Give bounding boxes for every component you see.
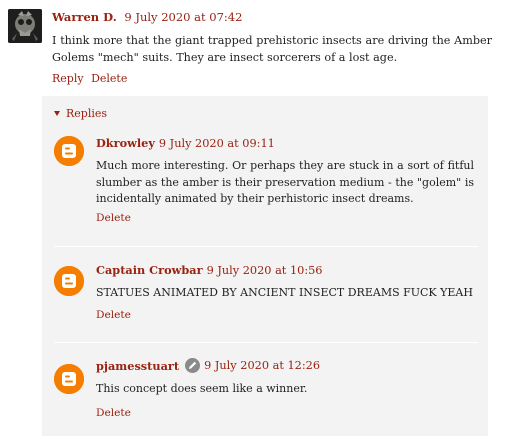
blogger-avatar-icon[interactable] (54, 266, 84, 296)
reply-author[interactable]: Dkrowley (96, 136, 155, 150)
reply-header: pjamesstuart 9 July 2020 at 12:26 (96, 358, 320, 373)
replies-toggle-label: Replies (66, 107, 108, 120)
reply-header: Dkrowley 9 July 2020 at 09:11 (96, 136, 275, 150)
reply-text: Much more interesting. Or perhaps they a… (96, 159, 474, 205)
delete-button[interactable]: Delete (96, 212, 131, 224)
reply-header: Captain Crowbar 9 July 2020 at 10:56 (96, 263, 323, 277)
delete-button[interactable]: Delete (96, 309, 131, 321)
reply-timestamp[interactable]: 9 July 2020 at 10:56 (207, 264, 323, 277)
blogger-avatar-icon[interactable] (54, 364, 84, 394)
comment-header: Warren D. 9 July 2020 at 07:42 (52, 10, 242, 24)
reply-button[interactable]: Reply (52, 72, 84, 85)
replies-thread: Replies Dkrowley 9 July 2020 at 09:11 Mu… (42, 96, 488, 436)
divider (54, 246, 478, 247)
pencil-icon (185, 358, 201, 373)
delete-button[interactable]: Delete (96, 407, 131, 419)
reply-timestamp[interactable]: 9 July 2020 at 09:11 (159, 137, 275, 150)
reply-author[interactable]: Captain Crowbar (96, 263, 203, 277)
reply-text: This concept does seem like a winner. (96, 382, 308, 395)
reply-text: STATUES ANIMATED BY ANCIENT INSECT DREAM… (96, 286, 473, 299)
divider (54, 342, 478, 343)
blogger-avatar-icon[interactable] (54, 136, 84, 166)
replies-toggle[interactable]: Replies (54, 107, 107, 120)
comment-author[interactable]: Warren D. (52, 10, 117, 24)
commenter-avatar[interactable] (8, 9, 42, 43)
comment-text: I think more that the giant trapped preh… (52, 34, 492, 64)
comment-timestamp[interactable]: 9 July 2020 at 07:42 (124, 10, 242, 24)
reply-author[interactable]: pjamesstuart (96, 359, 179, 373)
delete-button[interactable]: Delete (91, 72, 127, 85)
comment-actions: Reply Delete (52, 72, 127, 85)
caret-down-icon (54, 111, 60, 116)
reply-timestamp[interactable]: 9 July 2020 at 12:26 (204, 359, 320, 372)
